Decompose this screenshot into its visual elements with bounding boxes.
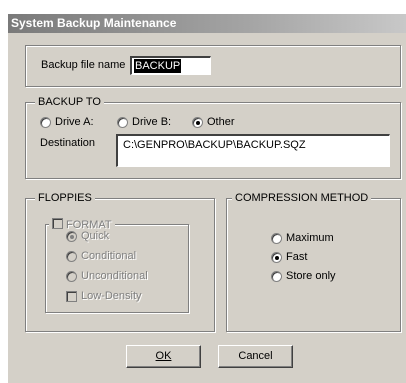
store-only-label[interactable]: Store only bbox=[286, 270, 336, 283]
floppies-legend: FLOPPIES bbox=[35, 192, 95, 205]
destination-value: C:\GENPRO\BACKUP\BACKUP.SQZ bbox=[123, 139, 306, 151]
drive-b-label[interactable]: Drive B: bbox=[132, 116, 171, 129]
ok-button[interactable]: OK bbox=[126, 345, 201, 368]
compression-group bbox=[226, 198, 401, 332]
backup-dialog: System Backup Maintenance Backup file na… bbox=[7, 13, 406, 383]
file-name-label: Backup file name bbox=[41, 59, 126, 71]
destination-label: Destination bbox=[40, 137, 96, 149]
quick-radio[interactable] bbox=[66, 231, 77, 242]
conditional-label[interactable]: Conditional bbox=[81, 250, 136, 263]
file-name-input[interactable]: BACKUP bbox=[130, 56, 211, 75]
other-label[interactable]: Other bbox=[207, 116, 235, 129]
store-only-radio[interactable] bbox=[271, 271, 282, 282]
compression-legend: COMPRESSION METHOD bbox=[232, 192, 372, 205]
destination-input[interactable]: C:\GENPRO\BACKUP\BACKUP.SQZ bbox=[116, 134, 390, 167]
unconditional-radio[interactable] bbox=[66, 271, 77, 282]
backup-to-legend: BACKUP TO bbox=[35, 96, 104, 109]
ok-button-label: OK bbox=[155, 350, 172, 362]
drive-b-radio[interactable] bbox=[117, 117, 128, 128]
low-density-checkbox[interactable] bbox=[66, 291, 77, 302]
quick-label[interactable]: Quick bbox=[81, 230, 109, 243]
cancel-button-label: Cancel bbox=[238, 350, 273, 362]
drive-a-radio[interactable] bbox=[40, 117, 51, 128]
drive-a-label[interactable]: Drive A: bbox=[55, 116, 94, 129]
window-title: System Backup Maintenance bbox=[8, 14, 406, 33]
low-density-label[interactable]: Low-Density bbox=[81, 290, 142, 303]
unconditional-label[interactable]: Unconditional bbox=[81, 270, 148, 283]
other-radio-dot bbox=[196, 121, 200, 125]
cancel-button[interactable]: Cancel bbox=[218, 345, 293, 368]
other-radio[interactable] bbox=[192, 117, 203, 128]
format-checkbox[interactable] bbox=[52, 218, 63, 229]
maximum-label[interactable]: Maximum bbox=[286, 232, 334, 245]
conditional-radio[interactable] bbox=[66, 251, 77, 262]
fast-radio[interactable] bbox=[271, 252, 282, 263]
quick-radio-dot bbox=[70, 235, 74, 239]
file-name-value: BACKUP bbox=[134, 59, 182, 73]
fast-label[interactable]: Fast bbox=[286, 251, 307, 264]
maximum-radio[interactable] bbox=[271, 233, 282, 244]
fast-radio-dot bbox=[275, 256, 279, 260]
